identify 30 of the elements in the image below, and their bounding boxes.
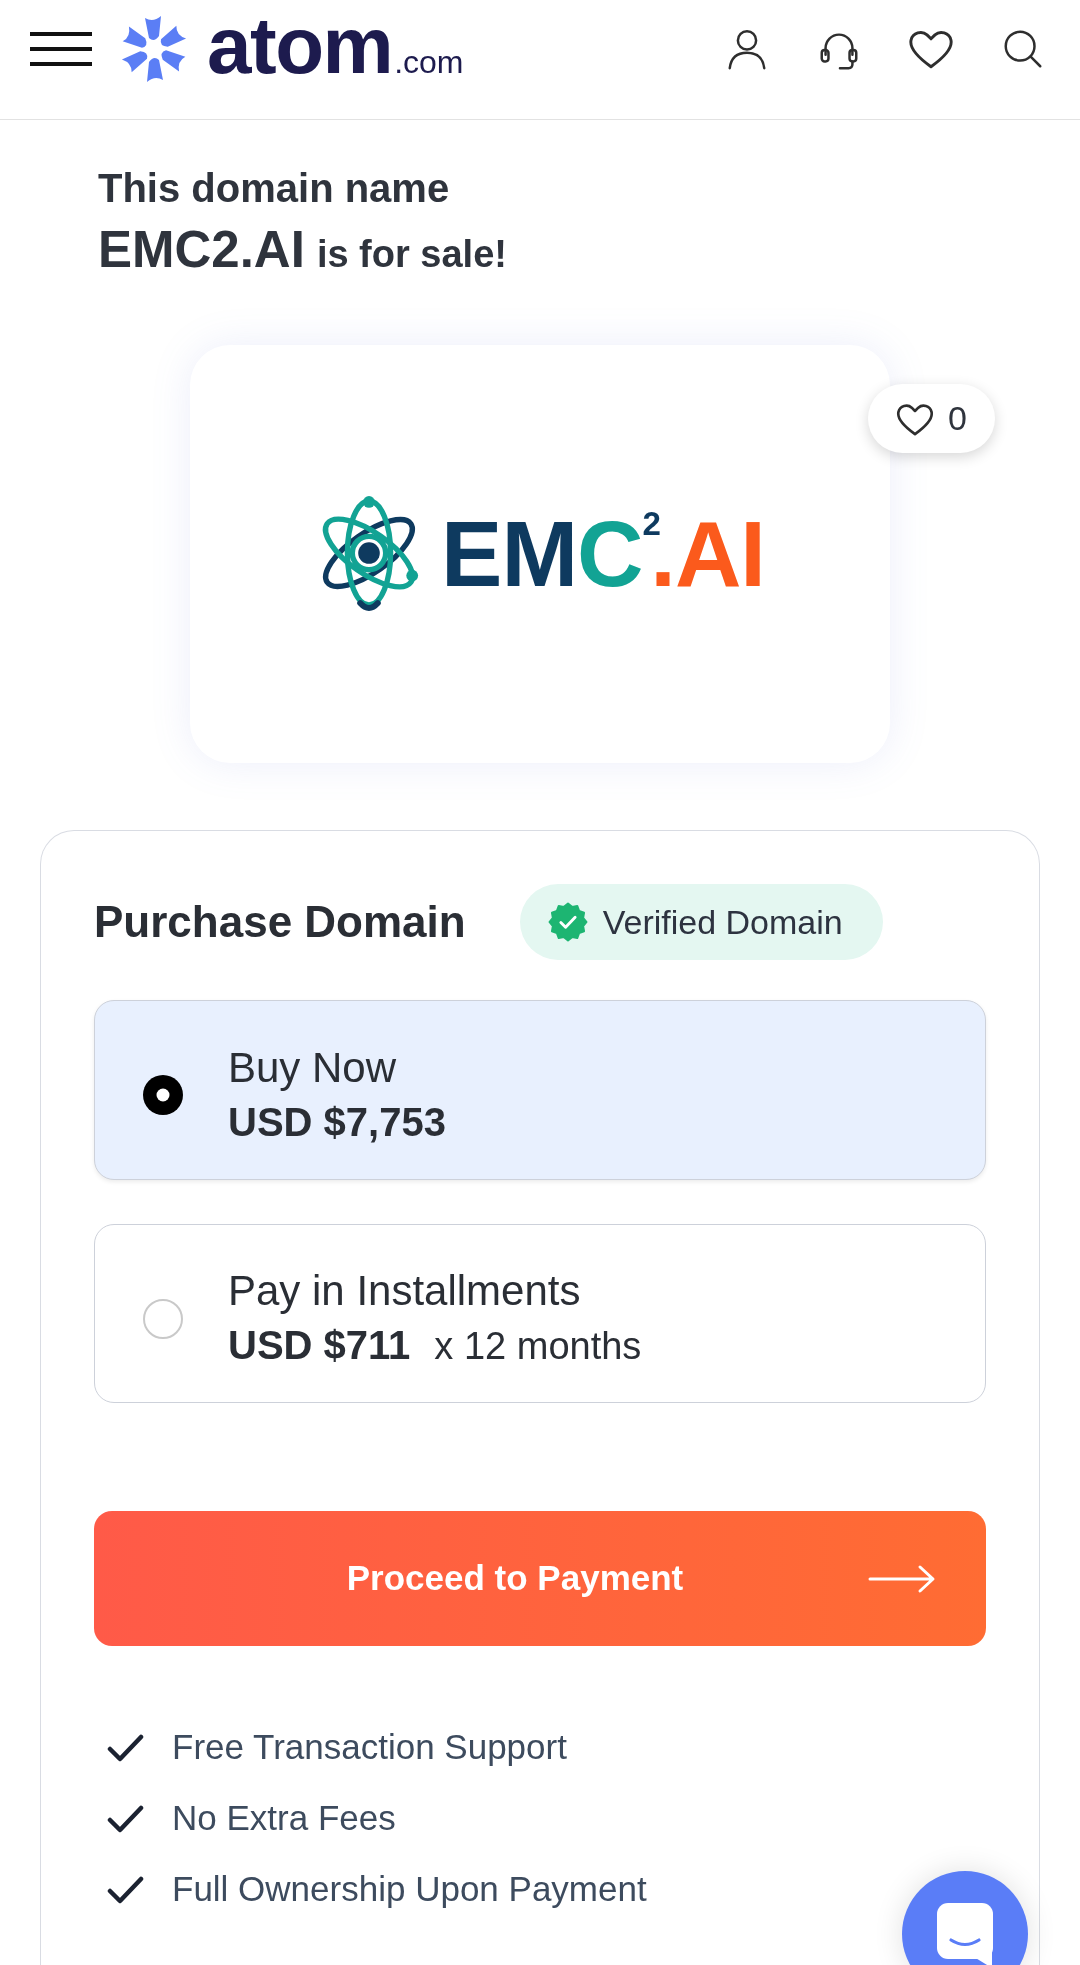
check-icon [107,1804,144,1833]
option-label: Buy Now [228,1043,398,1093]
arrow-icon [868,1563,936,1594]
option-price: USD $711 [228,1321,411,1369]
heart-icon[interactable] [908,28,954,69]
favorite-button[interactable]: 0 [868,384,995,453]
brand-name[interactable]: atom [207,5,393,86]
brand-suffix[interactable]: .com [394,45,464,78]
verified-label: Verified Domain [602,901,843,943]
option-price: USD $7,753 [228,1099,446,1146]
heading-intro: This domain name [98,165,450,212]
feature-text: No Extra Fees [172,1797,396,1840]
heart-icon [896,401,935,436]
menu-icon[interactable] [30,31,92,66]
section-title: Purchase Domain [94,895,466,948]
verified-icon [547,902,588,942]
domain-name: EMC2.AI [98,221,305,278]
check-icon [107,1733,144,1762]
feature-text: Free Transaction Support [172,1726,567,1769]
chat-icon [936,1902,994,1965]
sale-text: is for sale! [316,233,507,275]
option-label: Pay in Installments [228,1265,582,1316]
payment-option[interactable]: Buy Now USD $7,753 [94,1000,986,1180]
feature-text: Full Ownership Upon Payment [172,1868,647,1911]
check-icon [107,1875,144,1904]
radio-button[interactable] [143,1298,183,1339]
option-term: x 12 months [434,1323,642,1369]
logo-wordmark: EMC$^{2}$.AI [441,507,765,601]
payment-option[interactable]: Pay in Installments USD $711 x 12 months [94,1224,986,1403]
radio-button[interactable] [143,1075,183,1115]
